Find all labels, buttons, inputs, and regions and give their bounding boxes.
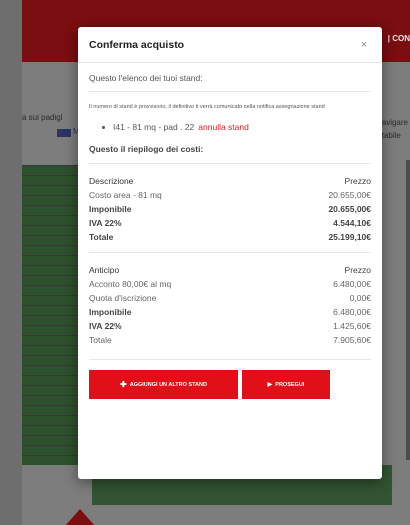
row-label: Costo area - 81 mq — [89, 190, 162, 200]
column-advance: Anticipo — [89, 265, 120, 275]
row-value: 25.199,10€ — [328, 232, 371, 242]
modal-body: Questo l'elenco dei tuoi stand: Il numer… — [78, 63, 382, 399]
background-left-text: a sui padigl — [22, 113, 63, 122]
table-row: IVA 22% 4.544,10€ — [89, 216, 371, 230]
stand-list-intro: Questo l'elenco dei tuoi stand: — [89, 73, 371, 92]
row-label: Imponibile — [89, 307, 132, 317]
table-row: Totale 7.905,60€ — [89, 333, 371, 347]
row-label: Totale — [89, 335, 112, 345]
continue-label: PROSEGUI — [275, 381, 305, 388]
background-right-text-1: avigare — [381, 118, 408, 127]
row-label: Totale — [89, 232, 114, 242]
table-row: Acconto 80,00€ al mq 6.480,00€ — [89, 277, 371, 291]
row-value: 6.480,00€ — [333, 279, 371, 289]
row-label: Imponibile — [89, 204, 132, 214]
cost-table: Descrizione Prezzo Costo area - 81 mq 20… — [89, 174, 371, 244]
modal-title: Conferma acquisto — [89, 38, 185, 51]
background-right-text: avigare tabile — [382, 116, 408, 142]
flag-icon — [57, 129, 71, 137]
row-value: 4.544,10€ — [333, 218, 371, 228]
background-scrollbar — [406, 160, 410, 460]
row-value: 20.655,00€ — [328, 190, 371, 200]
row-value: 1.425,60€ — [333, 321, 371, 331]
stand-label: I41 - 81 mq - pad . 22 — [113, 122, 195, 132]
add-stand-button[interactable]: ✚ AGGIUNGI UN ALTRO STAND — [89, 370, 238, 399]
table-row: Totale 25.199,10€ — [89, 230, 371, 244]
close-icon[interactable]: × — [357, 39, 371, 51]
column-price: Prezzo — [344, 265, 371, 275]
column-description: Descrizione — [89, 176, 134, 186]
modal-header: Conferma acquisto × — [78, 27, 382, 63]
column-price: Prezzo — [344, 176, 371, 186]
table-row: Imponibile 20.655,00€ — [89, 202, 371, 216]
table-row: Imponibile 6.480,00€ — [89, 305, 371, 319]
stand-list-item: I41 - 81 mq - pad . 22 annulla stand — [89, 122, 371, 132]
provisional-note: Il numero di stand è provvisorio, il def… — [89, 104, 325, 110]
add-stand-label: AGGIUNGI UN ALTRO STAND — [129, 381, 207, 388]
row-value: 20.655,00€ — [328, 204, 371, 214]
row-label: IVA 22% — [89, 321, 122, 331]
cost-summary-title: Questo il riepilogo dei costi: — [89, 144, 371, 164]
continue-button[interactable]: ▶ PROSEGUI — [242, 370, 330, 399]
table-row: IVA 22% 1.425,60€ — [89, 319, 371, 333]
plus-icon: ✚ — [120, 379, 127, 389]
table-row: Costo area - 81 mq 20.655,00€ — [89, 188, 371, 202]
cancel-stand-link[interactable]: annulla stand — [198, 122, 249, 132]
modal-actions: ✚ AGGIUNGI UN ALTRO STAND ▶ PROSEGUI — [89, 359, 371, 399]
cost-table-header: Descrizione Prezzo — [89, 174, 371, 188]
confirm-purchase-modal: Conferma acquisto × Questo l'elenco dei … — [78, 27, 382, 479]
row-label: Acconto 80,00€ al mq — [89, 279, 172, 289]
advance-table-header: Anticipo Prezzo — [89, 263, 371, 277]
forward-arrow-icon: ▶ — [267, 382, 273, 388]
map-marker-icon — [66, 509, 94, 525]
bullet-icon — [102, 125, 105, 129]
row-value: 0,00€ — [349, 293, 371, 303]
advance-table: Anticipo Prezzo Acconto 80,00€ al mq 6.4… — [89, 263, 371, 347]
row-label: IVA 22% — [89, 218, 122, 228]
background-right-text-2: tabile — [381, 131, 401, 140]
table-row: Quota d'iscrizione 0,00€ — [89, 291, 371, 305]
background-header-text: | CON — [387, 34, 410, 43]
row-value: 6.480,00€ — [333, 307, 371, 317]
divider — [89, 252, 371, 253]
row-value: 7.905,60€ — [333, 335, 371, 345]
row-label: Quota d'iscrizione — [89, 293, 157, 303]
